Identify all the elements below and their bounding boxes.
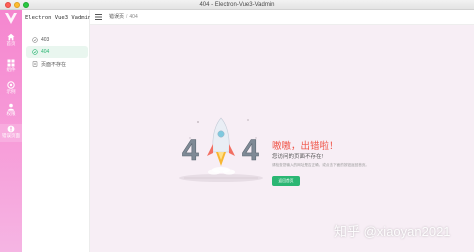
error-subtitle: 您访问的页面不存在!: [272, 154, 324, 160]
breadcrumb: 错误页/404: [109, 14, 138, 21]
rail-item-label: 组件: [6, 67, 16, 72]
breadcrumb-separator: /: [126, 14, 128, 20]
menu-item-page-not-found[interactable]: 页面不存在: [26, 58, 88, 70]
error-title: 嗷嗷，出错啦！: [272, 141, 339, 152]
rail-item-label: 示例: [6, 89, 16, 94]
home-icon: [7, 33, 15, 41]
vue-logo-icon: [5, 13, 17, 24]
back-home-button[interactable]: 返回首页: [272, 176, 300, 186]
rail-item-permission[interactable]: 权限: [0, 102, 22, 120]
rail-item-label: 权限: [6, 111, 16, 116]
user-icon: [7, 103, 15, 111]
window-title: 404 - Electron-Vue3-Vadmin: [199, 2, 275, 8]
main-content: 4 4 嗷嗷，出错啦！ 您访问的页面不存在! 请检查您输入的网址是否正确，或点击…: [90, 25, 474, 252]
menu-item-403[interactable]: 403: [26, 34, 88, 46]
circle-icon: [32, 37, 38, 43]
rail-item-components[interactable]: 组件: [0, 58, 22, 76]
rail-item-samples[interactable]: 示例: [0, 80, 22, 98]
circle-icon: [32, 49, 38, 55]
menu-item-label: 页面不存在: [41, 61, 67, 68]
error-description: 请检查您输入的网址是否正确，或点击下面的按钮返回首页。: [272, 163, 370, 167]
error-404-illustration: 4 4: [179, 117, 263, 182]
sample-icon: [7, 81, 15, 89]
menu-toggle-icon[interactable]: [95, 14, 102, 20]
rail-item-label: 错误页面: [2, 133, 20, 138]
error-code-right-digit: 4: [242, 134, 259, 167]
rail-item-error-pages[interactable]: 错误页面: [0, 124, 22, 142]
menu-item-label: 404: [41, 49, 50, 55]
secondary-menu: Electron Vue3 Vadmin 403 404 页面不存在: [22, 10, 92, 252]
rail-item-label: 首页: [6, 41, 16, 46]
breadcrumb-current: 404: [129, 14, 138, 20]
document-icon: [32, 61, 38, 67]
menu-item-label: 403: [41, 37, 50, 43]
app-brand: Electron Vue3 Vadmin: [25, 15, 92, 21]
warning-icon: [7, 125, 15, 133]
error-code-left-digit: 4: [182, 134, 199, 167]
breadcrumb-parent[interactable]: 错误页: [109, 14, 124, 20]
side-rail: 首页 组件 示例 权限 错误页面: [0, 10, 22, 252]
rail-item-home[interactable]: 首页: [0, 32, 22, 50]
title-bar: 404 - Electron-Vue3-Vadmin: [0, 0, 474, 10]
top-header: 错误页/404: [90, 10, 474, 25]
menu-item-404[interactable]: 404: [26, 46, 88, 58]
grid-icon: [7, 59, 15, 67]
watermark: 知乎 @xiaoyan2021: [334, 224, 451, 239]
